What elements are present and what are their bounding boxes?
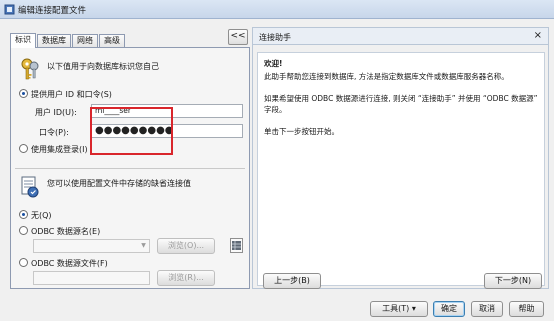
window-title: 编辑连接配置文件 [18, 6, 87, 16]
ok-button[interactable]: 确定 [433, 301, 465, 317]
next-button[interactable]: 下一步(N) [484, 273, 542, 289]
keys-icon [21, 58, 39, 80]
password-label: 口令(P): [39, 128, 69, 137]
tools-label: 工具(T) [382, 304, 410, 313]
app-icon [4, 4, 15, 15]
close-icon[interactable]: × [534, 30, 542, 41]
no-default-radio[interactable] [19, 210, 28, 219]
assistant-paragraph-1: 此助手帮助您连接到数据库, 方法是指定数据库文件或数据库服务器名称。 [264, 72, 509, 81]
collapse-assistant-button[interactable]: << [228, 29, 248, 45]
password-input[interactable]: ●●●●●●●●● [91, 124, 243, 138]
identity-panel: 以下值用于向数据库标识您自己 提供用户 ID 和口令(S) 用户 ID(U): … [10, 47, 250, 289]
assistant-title: 连接助手 [259, 33, 291, 42]
odbc-file-label: ODBC 数据源文件(F) [31, 259, 108, 268]
tab-strip: 标识 数据库 网络 高级 [10, 33, 126, 48]
odbc-admin-button[interactable] [230, 238, 243, 253]
back-button[interactable]: 上一步(B) [263, 273, 321, 289]
connection-settings-pane: 标识 数据库 网络 高级 << 以下值用于向数据库标识您自己 提供用户 ID 和… [6, 23, 250, 289]
browse-odbc-file-button[interactable]: 浏览(R)... [157, 270, 215, 286]
no-default-label: 无(Q) [31, 211, 52, 220]
browse-odbc-source-button[interactable]: 浏览(O)... [157, 238, 215, 254]
assistant-content: 欢迎! 此助手帮助您连接到数据库, 方法是指定数据库文件或数据库服务器名称。 如… [257, 52, 545, 289]
tools-button[interactable]: 工具(T) ▾ [370, 301, 428, 317]
odbc-source-radio[interactable] [19, 226, 28, 235]
tab-identity[interactable]: 标识 [10, 33, 36, 48]
user-id-label: 用户 ID(U): [35, 108, 77, 117]
connection-assistant-pane: 连接助手 × 欢迎! 此助手帮助您连接到数据库, 方法是指定数据库文件或数据库服… [252, 27, 549, 289]
odbc-file-input[interactable] [33, 271, 150, 285]
tab-database[interactable]: 数据库 [37, 34, 71, 48]
section-divider [15, 168, 245, 169]
cancel-button[interactable]: 取消 [471, 301, 503, 317]
grid-icon [232, 241, 241, 250]
dropdown-arrow-icon: ▾ [411, 304, 416, 313]
assistant-paragraph-2: 如果希望使用 ODBC 数据源进行连接, 则关闭 “连接助手” 并使用 “ODB… [264, 94, 538, 114]
provide-user-radio[interactable] [19, 89, 28, 98]
assistant-header: 连接助手 × [253, 28, 548, 45]
tab-advanced[interactable]: 高级 [99, 34, 125, 48]
user-id-input[interactable]: ml____ser [91, 104, 243, 118]
assistant-paragraph-3: 单击下一步按钮开始。 [264, 127, 339, 136]
identity-prompt: 以下值用于向数据库标识您自己 [47, 62, 159, 71]
odbc-source-combo[interactable]: ▼ [33, 239, 150, 253]
defaults-prompt: 您可以使用配置文件中存储的缺省连接值 [47, 179, 191, 188]
config-file-icon [21, 176, 39, 198]
tab-network[interactable]: 网络 [72, 34, 98, 48]
help-button[interactable]: 帮助 [509, 301, 544, 317]
title-bar: 编辑连接配置文件 [0, 0, 554, 19]
odbc-file-radio[interactable] [19, 258, 28, 267]
odbc-source-label: ODBC 数据源名(E) [31, 227, 101, 236]
integrated-login-label: 使用集成登录(I) [31, 145, 88, 154]
integrated-login-radio[interactable] [19, 144, 28, 153]
provide-user-label: 提供用户 ID 和口令(S) [31, 90, 112, 99]
chevron-down-icon: ▼ [141, 242, 146, 249]
assistant-welcome: 欢迎! [264, 59, 283, 68]
